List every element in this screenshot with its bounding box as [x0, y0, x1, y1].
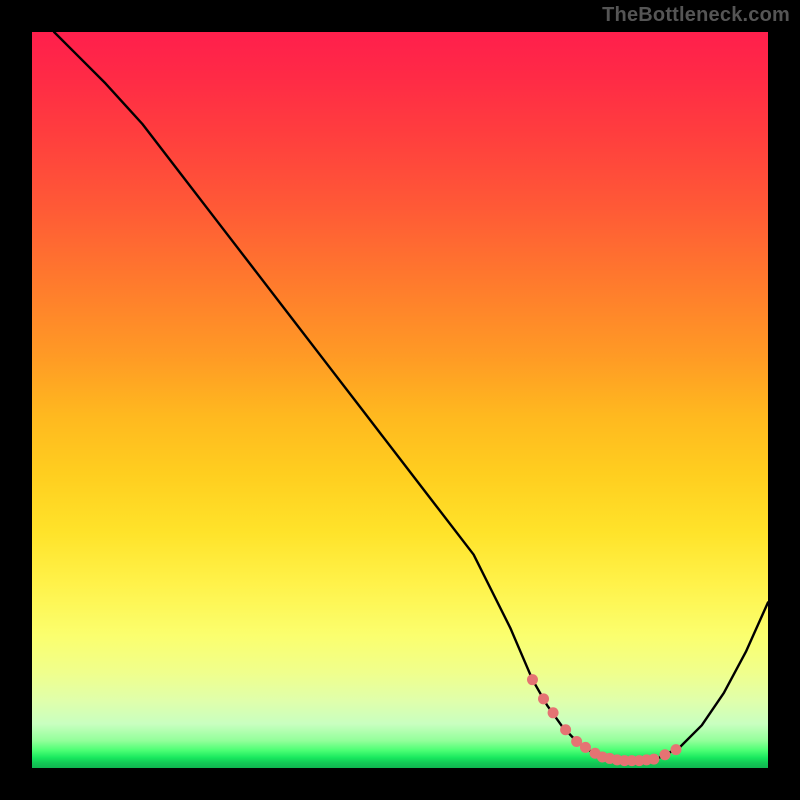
chart-svg	[32, 32, 768, 768]
watermark-text: TheBottleneck.com	[602, 4, 790, 27]
marker-dot	[538, 693, 549, 704]
marker-dot	[527, 674, 538, 685]
marker-dot	[560, 724, 571, 735]
plot-area	[32, 32, 768, 768]
bottleneck-curve	[54, 32, 768, 761]
optimal-range-markers	[527, 674, 682, 766]
marker-dot	[548, 707, 559, 718]
marker-dot	[580, 742, 591, 753]
chart-frame: TheBottleneck.com	[0, 0, 800, 800]
marker-dot	[648, 754, 659, 765]
curve-group	[54, 32, 768, 766]
marker-dot	[659, 749, 670, 760]
marker-dot	[671, 744, 682, 755]
